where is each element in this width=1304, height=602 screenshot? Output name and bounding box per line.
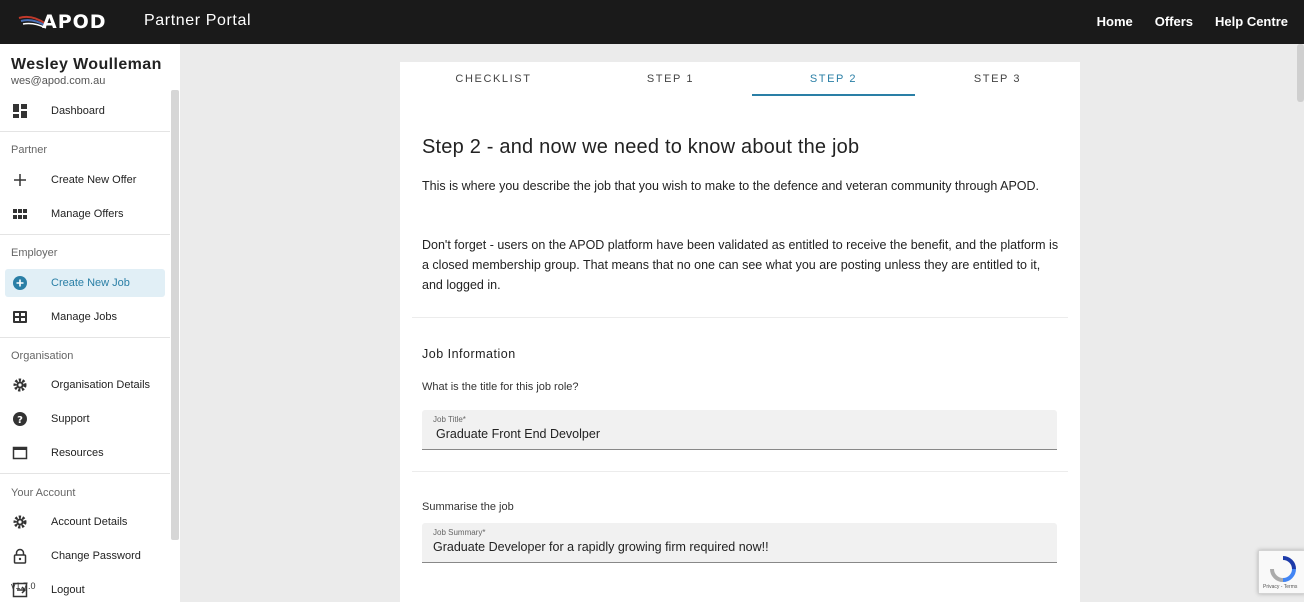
sidebar-item-account-details[interactable]: Account Details (5, 508, 165, 536)
gear-icon (13, 378, 27, 392)
sidebar-item-organisation-details[interactable]: Organisation Details (5, 371, 165, 399)
user-email: wes@apod.com.au (11, 75, 106, 87)
notice-paragraph: Don't forget - users on the APOD platfor… (422, 238, 1059, 292)
sidebar-item-label: Account Details (51, 516, 128, 528)
sidebar-item-create-offer[interactable]: Create New Offer (5, 166, 165, 194)
job-information-heading: Job Information (422, 347, 516, 361)
add-circle-icon (13, 276, 27, 290)
version-label: v1.7.0 (11, 581, 36, 591)
page-scrollbar[interactable] (1297, 44, 1304, 102)
divider (0, 337, 170, 338)
intro-paragraph: This is where you describe the job that … (422, 179, 1039, 193)
top-bar: APOD Partner Portal Home Offers Help Cen… (0, 0, 1304, 44)
nav-offers-link[interactable]: Offers (1155, 14, 1193, 29)
sidebar-item-manage-offers[interactable]: Manage Offers (5, 200, 165, 228)
sidebar-item-label: Dashboard (51, 105, 105, 117)
user-name: Wesley Woulleman (11, 56, 162, 73)
jobs-icon (13, 311, 27, 323)
sidebar-item-label: Create New Offer (51, 174, 137, 186)
portal-title: Partner Portal (144, 12, 252, 29)
sidebar-item-label: Manage Jobs (51, 311, 118, 323)
sidebar-item-manage-jobs[interactable]: Manage Jobs (5, 303, 165, 331)
nav-help-centre-link[interactable]: Help Centre (1215, 14, 1288, 29)
section-heading-partner: Partner (11, 144, 48, 156)
divider (412, 317, 1068, 318)
tab-step-3[interactable]: STEP 3 (916, 62, 1079, 96)
job-summary-question: Summarise the job (422, 501, 514, 513)
sidebar-item-label: Logout (51, 584, 85, 596)
sidebar-item-resources[interactable]: Resources (5, 439, 165, 467)
tab-step-1[interactable]: STEP 1 (589, 62, 752, 96)
page-title: Step 2 - and now we need to know about t… (422, 136, 860, 158)
sidebar-item-dashboard[interactable]: Dashboard (5, 97, 165, 125)
section-heading-account: Your Account (11, 487, 76, 499)
divider (0, 234, 170, 235)
sidebar-item-label: Support (51, 413, 90, 425)
apod-logo[interactable]: APOD (18, 11, 107, 33)
sidebar: Wesley Woulleman wes@apod.com.au Dashboa… (0, 44, 180, 602)
job-title-field[interactable]: Job Title* (422, 410, 1057, 450)
sidebar-item-label: Resources (51, 447, 104, 459)
divider (0, 131, 170, 132)
section-heading-employer: Employer (11, 247, 58, 259)
divider (412, 471, 1068, 472)
job-summary-label: Job Summary* (433, 528, 486, 537)
gear-icon (13, 515, 27, 529)
window-icon (12, 446, 28, 460)
recaptcha-badge[interactable]: Privacy - Terms (1258, 550, 1304, 594)
job-summary-input[interactable] (433, 540, 1033, 554)
logo-text: APOD (42, 11, 107, 33)
nav-home-link[interactable]: Home (1097, 14, 1133, 29)
job-title-input[interactable] (436, 427, 1036, 441)
sidebar-item-change-password[interactable]: Change Password (5, 542, 165, 570)
svg-text:?: ? (17, 415, 23, 426)
divider (0, 473, 170, 474)
grid-icon (13, 209, 27, 219)
sidebar-item-support[interactable]: ? Support (5, 405, 165, 433)
sidebar-item-label: Create New Job (51, 277, 130, 289)
top-nav: Home Offers Help Centre (1097, 14, 1288, 29)
section-heading-organisation: Organisation (11, 350, 74, 362)
recaptcha-icon (1270, 556, 1296, 582)
plus-icon (14, 174, 26, 186)
sidebar-item-label: Manage Offers (51, 208, 124, 220)
job-summary-field[interactable]: Job Summary* (422, 523, 1057, 563)
job-form-card: CHECKLIST STEP 1 STEP 2 STEP 3 Step 2 - … (400, 62, 1080, 602)
sidebar-item-create-job[interactable]: Create New Job (5, 269, 165, 297)
recaptcha-terms: Privacy - Terms (1263, 584, 1298, 590)
lock-icon (13, 548, 27, 564)
job-title-label: Job Title* (433, 415, 466, 424)
sidebar-item-label: Organisation Details (51, 379, 151, 391)
sidebar-item-label: Change Password (51, 550, 141, 562)
help-icon: ? (13, 412, 27, 426)
dashboard-icon (13, 104, 27, 118)
tab-checklist[interactable]: CHECKLIST (412, 62, 575, 96)
tab-step-2[interactable]: STEP 2 (752, 62, 915, 96)
job-title-question: What is the title for this job role? (422, 381, 579, 393)
sidebar-scrollbar[interactable] (171, 90, 179, 540)
step-tabs: CHECKLIST STEP 1 STEP 2 STEP 3 (400, 62, 1080, 96)
